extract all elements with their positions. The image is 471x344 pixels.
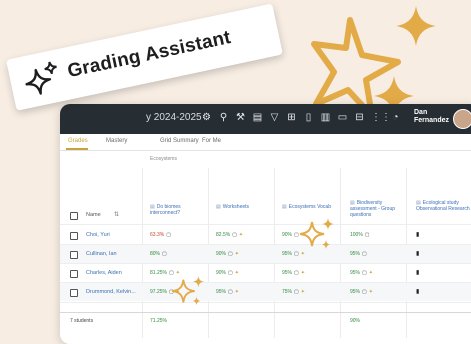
column-average: 90%	[350, 318, 361, 324]
grade-cell[interactable]: 90% ▢	[282, 232, 299, 238]
file-icon[interactable]: ▮	[416, 288, 419, 295]
name-column-header[interactable]: Name	[86, 212, 101, 218]
column-header[interactable]: ▤ Biodiversity assessment - Group questio…	[350, 200, 404, 218]
comment-icon: ▢	[166, 232, 171, 238]
comment-icon: ▢	[362, 289, 367, 295]
student-name-link[interactable]: Cullinan, Ian	[86, 251, 117, 257]
comment-icon: ▢	[294, 232, 299, 238]
student-count: 7 students	[70, 318, 94, 324]
chart-icon[interactable]: ▥	[320, 111, 331, 124]
row-divider	[60, 224, 471, 225]
sparkle-icon: ✦	[234, 289, 239, 295]
sparkle-icon: ✦	[238, 232, 244, 238]
active-tab-indicator	[66, 148, 88, 150]
comment-icon: ▢	[228, 289, 233, 295]
sort-icon[interactable]: ⇅	[114, 211, 119, 218]
file-icon[interactable]: ▮	[416, 250, 419, 257]
grade-cell[interactable]: 95% ▢ ✦	[216, 289, 239, 295]
sparkle-icon	[300, 218, 334, 249]
grade-cell[interactable]: 95% ▢ ✦	[282, 270, 305, 276]
pin-icon[interactable]: ⚲	[218, 111, 229, 124]
column-header[interactable]: ▤ Ecosystems Vocab	[282, 204, 336, 210]
comment-icon: ▢	[364, 232, 370, 238]
gear-icon[interactable]: ⚙	[201, 111, 212, 124]
tab-for-me[interactable]: For Me	[202, 138, 221, 144]
comment-icon: ▢	[162, 251, 167, 257]
grade-cell[interactable]: 90% ▢ ✦	[216, 270, 239, 276]
column-header[interactable]: ▤ Do biomes interconnect?	[150, 204, 204, 216]
tab-grades[interactable]: Grades	[68, 138, 88, 144]
row-checkbox[interactable]	[70, 251, 78, 259]
comment-icon: ▢	[362, 270, 367, 276]
comment-icon: ▢	[362, 251, 367, 257]
column-average: 71.25%	[150, 318, 167, 324]
grade-cell[interactable]: 95% ▢	[350, 251, 367, 257]
filter-icon[interactable]: ▽	[269, 111, 280, 124]
avatar[interactable]	[453, 109, 471, 129]
row-divider	[60, 263, 471, 264]
row-checkbox[interactable]	[70, 289, 78, 297]
grade-cell[interactable]: 75% ▢ ✦	[282, 289, 305, 295]
sparkle-icon	[172, 276, 205, 306]
inbox-icon[interactable]: ⊟	[354, 111, 365, 124]
banner-title: Grading Assistant	[65, 27, 233, 83]
table-row	[60, 245, 471, 263]
student-name-link[interactable]: Choi, Yuri	[86, 232, 110, 238]
sparkle-icon: ✦	[300, 289, 305, 295]
comment-icon: ▢	[228, 270, 233, 276]
grade-cell[interactable]: 95% ▢ ✦	[350, 270, 373, 276]
book-icon[interactable]: ▭	[337, 111, 348, 124]
sparkle-icon: ✦	[368, 289, 373, 295]
grade-cell[interactable]: 63.3% ▢	[150, 232, 171, 238]
student-name-link[interactable]: Charles, Aiden	[86, 270, 122, 276]
sparkle-icon: ✦	[300, 270, 305, 276]
top-toolbar: y 2024-2025 ⚙ ⚲ ⚒ ▤ ▽ ⊞ ▯ ▥ ▭ ⊟ ⋮⋮ ◔ Dan…	[60, 104, 471, 134]
wrench-icon[interactable]: ⚒	[235, 111, 246, 124]
grade-cell[interactable]: 82.5% ▢ ✦	[216, 232, 243, 238]
tab-bar: Grades Mastery Grid Summary For Me	[60, 134, 471, 151]
row-divider	[60, 302, 471, 303]
file-icon[interactable]: ▮	[416, 269, 419, 276]
comment-icon: ▢	[294, 289, 299, 295]
help-icon[interactable]: ◔	[390, 111, 401, 124]
gradebook-window: y 2024-2025 ⚙ ⚲ ⚒ ▤ ▽ ⊞ ▯ ▥ ▭ ⊟ ⋮⋮ ◔ Dan…	[60, 104, 471, 344]
grid-icon[interactable]: ⋮⋮	[371, 111, 391, 124]
clipboard-icon[interactable]: ▯	[303, 111, 314, 124]
document-icon: ▤	[282, 204, 287, 210]
sparkle-icon: ✦	[368, 270, 373, 276]
row-checkbox[interactable]	[70, 270, 78, 278]
row-checkbox[interactable]	[70, 232, 78, 240]
column-header[interactable]: ▤ Ecological study Observational Research	[416, 200, 470, 212]
sparkle-icon	[25, 61, 57, 95]
grade-cell[interactable]: 80% ▢	[150, 251, 167, 257]
add-icon[interactable]: ⊞	[286, 111, 297, 124]
comment-icon: ▢	[294, 251, 299, 257]
file-icon[interactable]: ▮	[416, 231, 419, 238]
grade-cell[interactable]: 95% ▢ ✦	[350, 289, 373, 295]
tab-mastery[interactable]: Mastery	[106, 138, 127, 144]
comment-icon: ▢	[232, 232, 237, 238]
document-icon: ▤	[216, 204, 221, 210]
grade-cell[interactable]: 100% ▢	[350, 232, 370, 238]
sparkle-icon: ✦	[234, 251, 239, 257]
comment-icon: ▢	[228, 251, 233, 257]
grading-assistant-banner: Grading Assistant	[6, 3, 283, 111]
column-header[interactable]: ▤ Worksheets	[216, 204, 270, 210]
comment-icon: ▢	[294, 270, 299, 276]
sparkle-icon: ✦	[234, 270, 239, 276]
document-icon[interactable]: ▤	[252, 111, 263, 124]
select-all-checkbox[interactable]	[70, 212, 78, 220]
tab-grid-summary[interactable]: Grid Summary	[160, 138, 199, 144]
grade-cell[interactable]: 90% ▢ ✦	[216, 251, 239, 257]
student-name-link[interactable]: Drummond, Kelvin...	[86, 289, 136, 295]
category-label: Ecosystems	[150, 156, 177, 162]
school-year-label[interactable]: y 2024-2025	[146, 112, 202, 123]
footer-divider	[60, 312, 471, 313]
